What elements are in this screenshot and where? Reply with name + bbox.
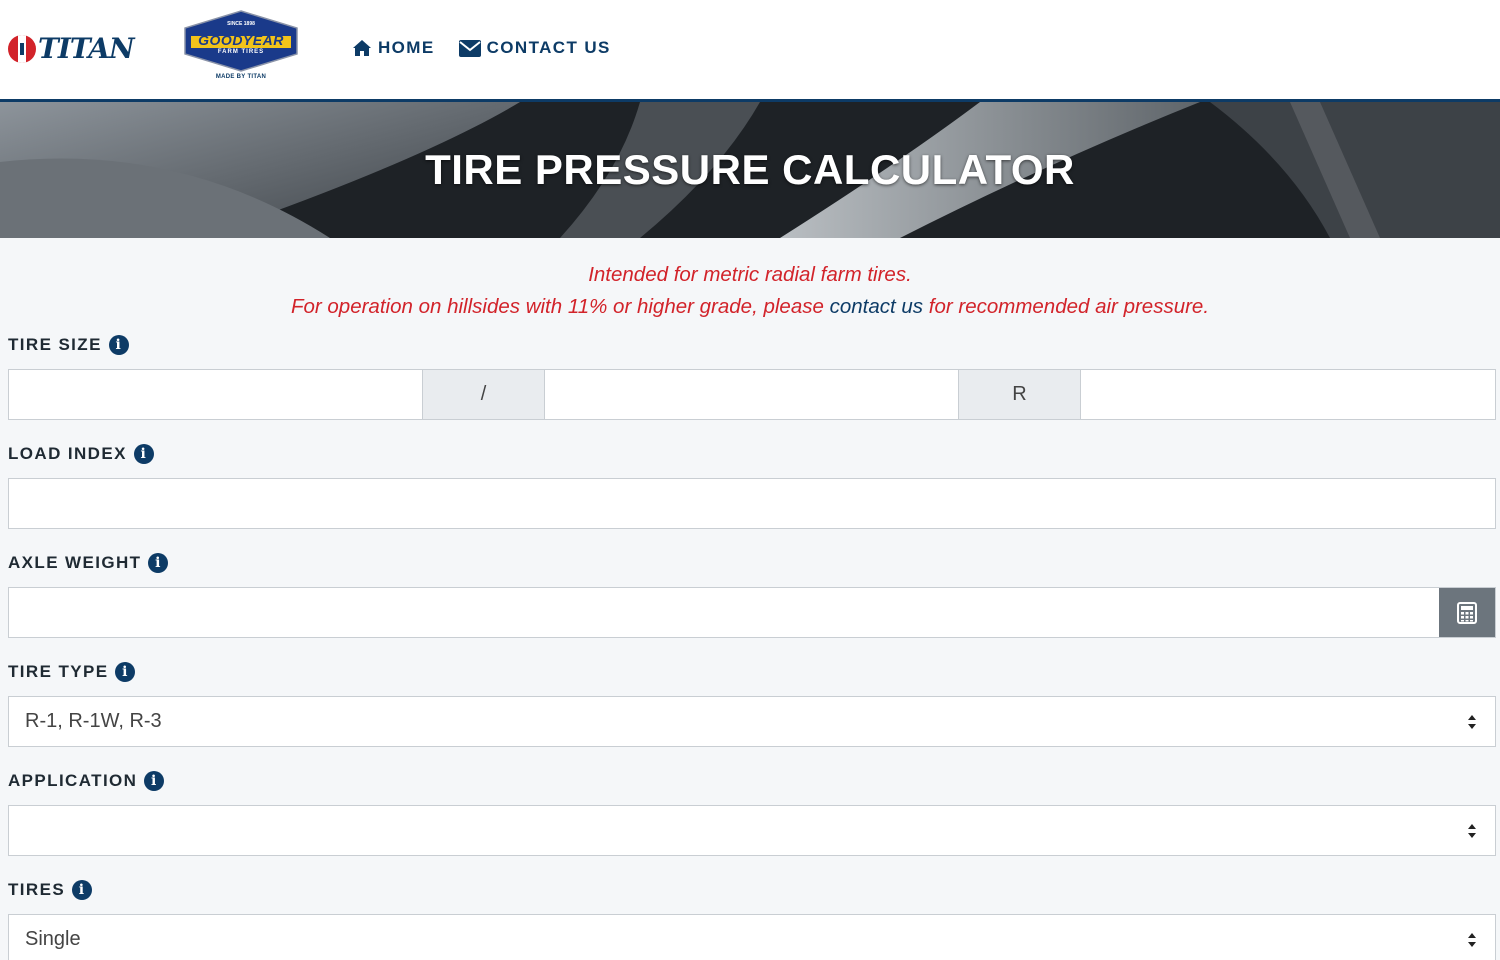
nav-home-link[interactable]: HOME <box>352 38 435 58</box>
load-index-field <box>8 478 1496 529</box>
envelope-icon <box>458 39 481 57</box>
tire-type-info-icon[interactable]: i <box>115 662 136 682</box>
application-label-text: APPLICATION <box>8 771 138 790</box>
tire-size-label-text: TIRE SIZE <box>8 335 102 354</box>
load-index-info-icon[interactable]: i <box>133 444 154 464</box>
home-icon <box>353 40 371 56</box>
titan-logo[interactable]: TITAN <box>8 32 135 65</box>
tire-type-label-text: TIRE TYPE <box>8 662 109 681</box>
load-index-label: LOAD INDEX i <box>8 442 1496 466</box>
tires-info-icon[interactable]: i <box>72 880 93 900</box>
nav-contact-link[interactable]: CONTACT US <box>458 38 611 58</box>
tire-size-info-icon[interactable]: i <box>108 335 129 355</box>
notice-line-1: Intended for metric radial farm tires. <box>588 263 912 286</box>
select-arrows-icon <box>1468 715 1476 729</box>
main-nav: HOME CONTACT US <box>352 38 611 58</box>
made-by-titan-text: MADE BY TITAN <box>215 74 267 80</box>
tire-construction-addon: R <box>958 370 1081 419</box>
nav-home-label: HOME <box>378 38 435 57</box>
select-arrows-icon <box>1468 824 1476 838</box>
notice-line-2-end: for recommended air pressure. <box>923 295 1210 318</box>
calculator-icon <box>1457 601 1477 624</box>
hero-banner: TIRE PRESSURE CALCULATOR <box>0 102 1500 238</box>
application-info-icon[interactable]: i <box>144 771 165 791</box>
calculator-form: TIRE SIZE i / R LOAD INDEX i AXLE WEIGHT… <box>0 333 1500 960</box>
notice-line-2: For operation on hillsides with 11% or h… <box>0 291 1500 323</box>
goodyear-since-text: SINCE 1898 <box>227 21 255 27</box>
goodyear-farm-tires-text: FARM TIRES <box>217 49 265 55</box>
tire-rim-diameter-input[interactable] <box>1081 370 1495 419</box>
tire-type-select[interactable]: R-1, R-1W, R-3 <box>8 696 1496 747</box>
tire-aspect-ratio-input[interactable] <box>545 370 958 419</box>
goodyear-farm-tires-logo[interactable]: SINCE 1898 GOODYEAR FARM TIRES MADE BY T… <box>183 10 299 84</box>
tire-size-input-group: / R <box>8 369 1496 420</box>
tires-label: TIRES i <box>8 878 1496 902</box>
calculator-button[interactable] <box>1439 588 1495 637</box>
axle-weight-input[interactable] <box>9 588 1439 637</box>
load-index-input[interactable] <box>9 479 1495 528</box>
goodyear-wordmark: GOODYEAR <box>198 32 284 48</box>
tires-label-text: TIRES <box>8 880 66 899</box>
nav-contact-label: CONTACT US <box>486 38 611 57</box>
axle-weight-field <box>8 587 1496 638</box>
application-select[interactable] <box>8 805 1496 856</box>
tires-select[interactable]: Single <box>8 914 1496 960</box>
tire-type-label: TIRE TYPE i <box>8 660 1496 684</box>
tire-type-selected-value: R-1, R-1W, R-3 <box>25 710 162 732</box>
tire-size-label: TIRE SIZE i <box>8 333 1496 357</box>
select-arrows-icon <box>1468 933 1476 947</box>
application-label: APPLICATION i <box>8 769 1496 793</box>
contact-us-link[interactable]: contact us <box>830 295 923 318</box>
titan-emblem-icon <box>8 34 36 63</box>
tire-size-separator: / <box>422 370 545 419</box>
tires-selected-value: Single <box>25 928 81 950</box>
titan-logo-text: TITAN <box>38 32 135 65</box>
axle-weight-label: AXLE WEIGHT i <box>8 551 1496 575</box>
page-title: TIRE PRESSURE CALCULATOR <box>425 146 1075 193</box>
axle-weight-label-text: AXLE WEIGHT <box>8 553 142 572</box>
notice-text: Intended for metric radial farm tires. F… <box>0 259 1500 323</box>
axle-weight-info-icon[interactable]: i <box>148 553 169 573</box>
load-index-label-text: LOAD INDEX <box>8 444 127 463</box>
site-header: TITAN SINCE 1898 GOODYEAR FARM TIRES MAD… <box>0 0 1500 102</box>
tire-width-input[interactable] <box>9 370 422 419</box>
notice-line-2-start: For operation on hillsides with 11% or h… <box>290 295 830 318</box>
